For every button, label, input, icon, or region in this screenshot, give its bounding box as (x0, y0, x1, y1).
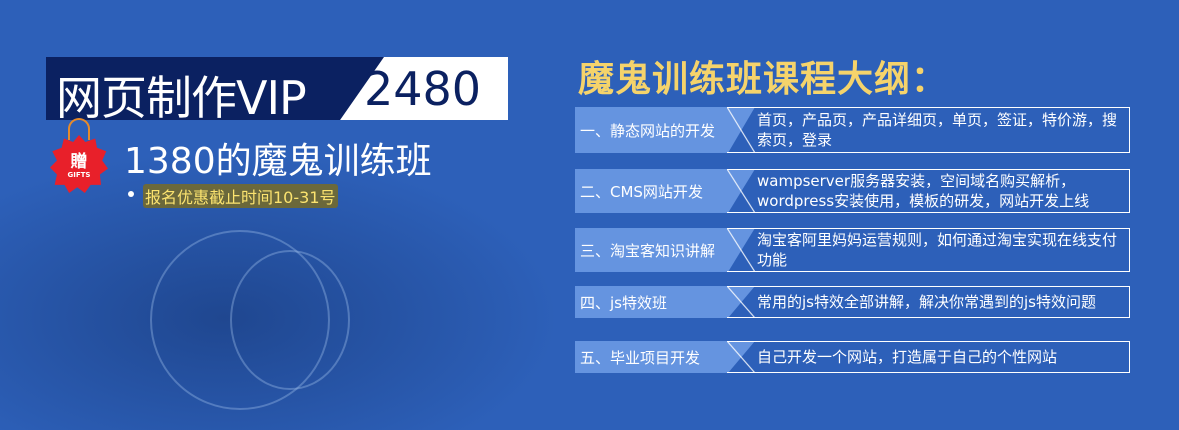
vip-title: 网页制作VIP (56, 71, 307, 125)
decorative-ring (230, 250, 350, 390)
outline-row: 一、静态网站的开发 首页，产品页，产品详细页，单页，签证，特价游，搜索页，登录 (575, 107, 1130, 153)
vip-price-banner: 网页制作VIP 2480 (46, 57, 508, 125)
gift-badge-text: 贈 (70, 152, 88, 172)
gift-badge-icon: 贈 GIFTS (50, 135, 108, 193)
outline-row: 三、淘宝客知识讲解 淘宝客阿里妈妈运营规则，如何通过淘宝实现在线支付功能 (575, 228, 1130, 272)
deadline-text: 报名优惠截止时间10-31号 (143, 184, 338, 208)
gift-subtitle: 1380的魔鬼训练班 (124, 141, 432, 182)
row-description: wampserver服务器安装，空间域名购买解析，wordpress安装使用，模… (757, 172, 1090, 210)
vip-price: 2480 (364, 62, 482, 116)
gift-badge-label: GIFTS (67, 171, 91, 179)
outline-row: 二、CMS网站开发 wampserver服务器安装，空间域名购买解析，wordp… (575, 169, 1130, 213)
outline-row: 四、js特效班 常用的js特效全部讲解，解决你常遇到的js特效问题 (575, 286, 1130, 318)
row-description: 首页，产品页，产品详细页，单页，签证，特价游，搜索页，登录 (757, 111, 1118, 149)
outline-title: 魔鬼训练班课程大纲： (578, 59, 949, 100)
row-description: 淘宝客阿里妈妈运营规则，如何通过淘宝实现在线支付功能 (757, 231, 1118, 269)
row-description: 常用的js特效全部讲解，解决你常遇到的js特效问题 (757, 293, 1096, 311)
row-description: 自己开发一个网站，打造属于自己的个性网站 (757, 348, 1058, 366)
outline-row: 五、毕业项目开发 自己开发一个网站，打造属于自己的个性网站 (575, 341, 1130, 373)
bullet-icon (128, 191, 134, 197)
